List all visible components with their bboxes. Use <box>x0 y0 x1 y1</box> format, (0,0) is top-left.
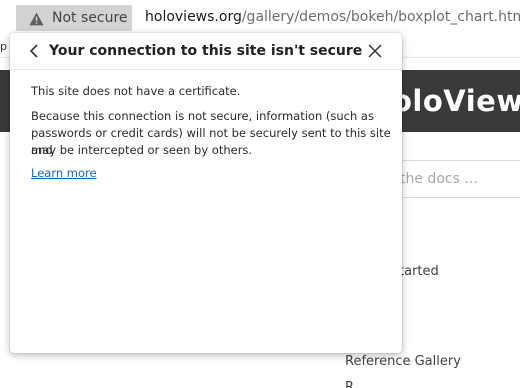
address-bar: Not secure holoviews.org/gallery/demos/b… <box>0 0 520 36</box>
url-field[interactable]: holoviews.org/gallery/demos/bokeh/boxplo… <box>145 9 520 25</box>
not-secure-label: Not secure <box>52 10 128 26</box>
url-path: /gallery/demos/bokeh/boxplot_chart.html <box>241 9 520 25</box>
nav-item-releases[interactable]: R <box>345 380 354 388</box>
warning-icon <box>29 11 44 26</box>
close-icon[interactable] <box>366 42 384 60</box>
warning-text-line-1: Because this connection is not secure, i… <box>31 109 374 123</box>
nav-item-reference-gallery[interactable]: Reference Gallery <box>345 354 461 369</box>
no-certificate-text: This site does not have a certificate. <box>31 84 241 98</box>
popup-title: Your connection to this site isn't secur… <box>49 43 363 59</box>
site-search-placeholder: the docs ... <box>400 171 478 187</box>
not-secure-button[interactable]: Not secure <box>16 5 132 31</box>
nav-item-getting-started[interactable]: tarted <box>399 264 439 279</box>
connection-security-popup: Your connection to this site isn't secur… <box>10 33 402 353</box>
bookmark-fragment: p <box>0 40 7 53</box>
back-arrow-icon[interactable] <box>26 42 44 60</box>
site-logo[interactable]: oloViews <box>392 84 520 118</box>
learn-more-link[interactable]: Learn more <box>31 166 97 180</box>
popup-header: Your connection to this site isn't secur… <box>10 33 402 70</box>
warning-text-line-3: may be intercepted or seen by others. <box>31 143 253 157</box>
url-host: holoviews.org <box>145 9 242 25</box>
